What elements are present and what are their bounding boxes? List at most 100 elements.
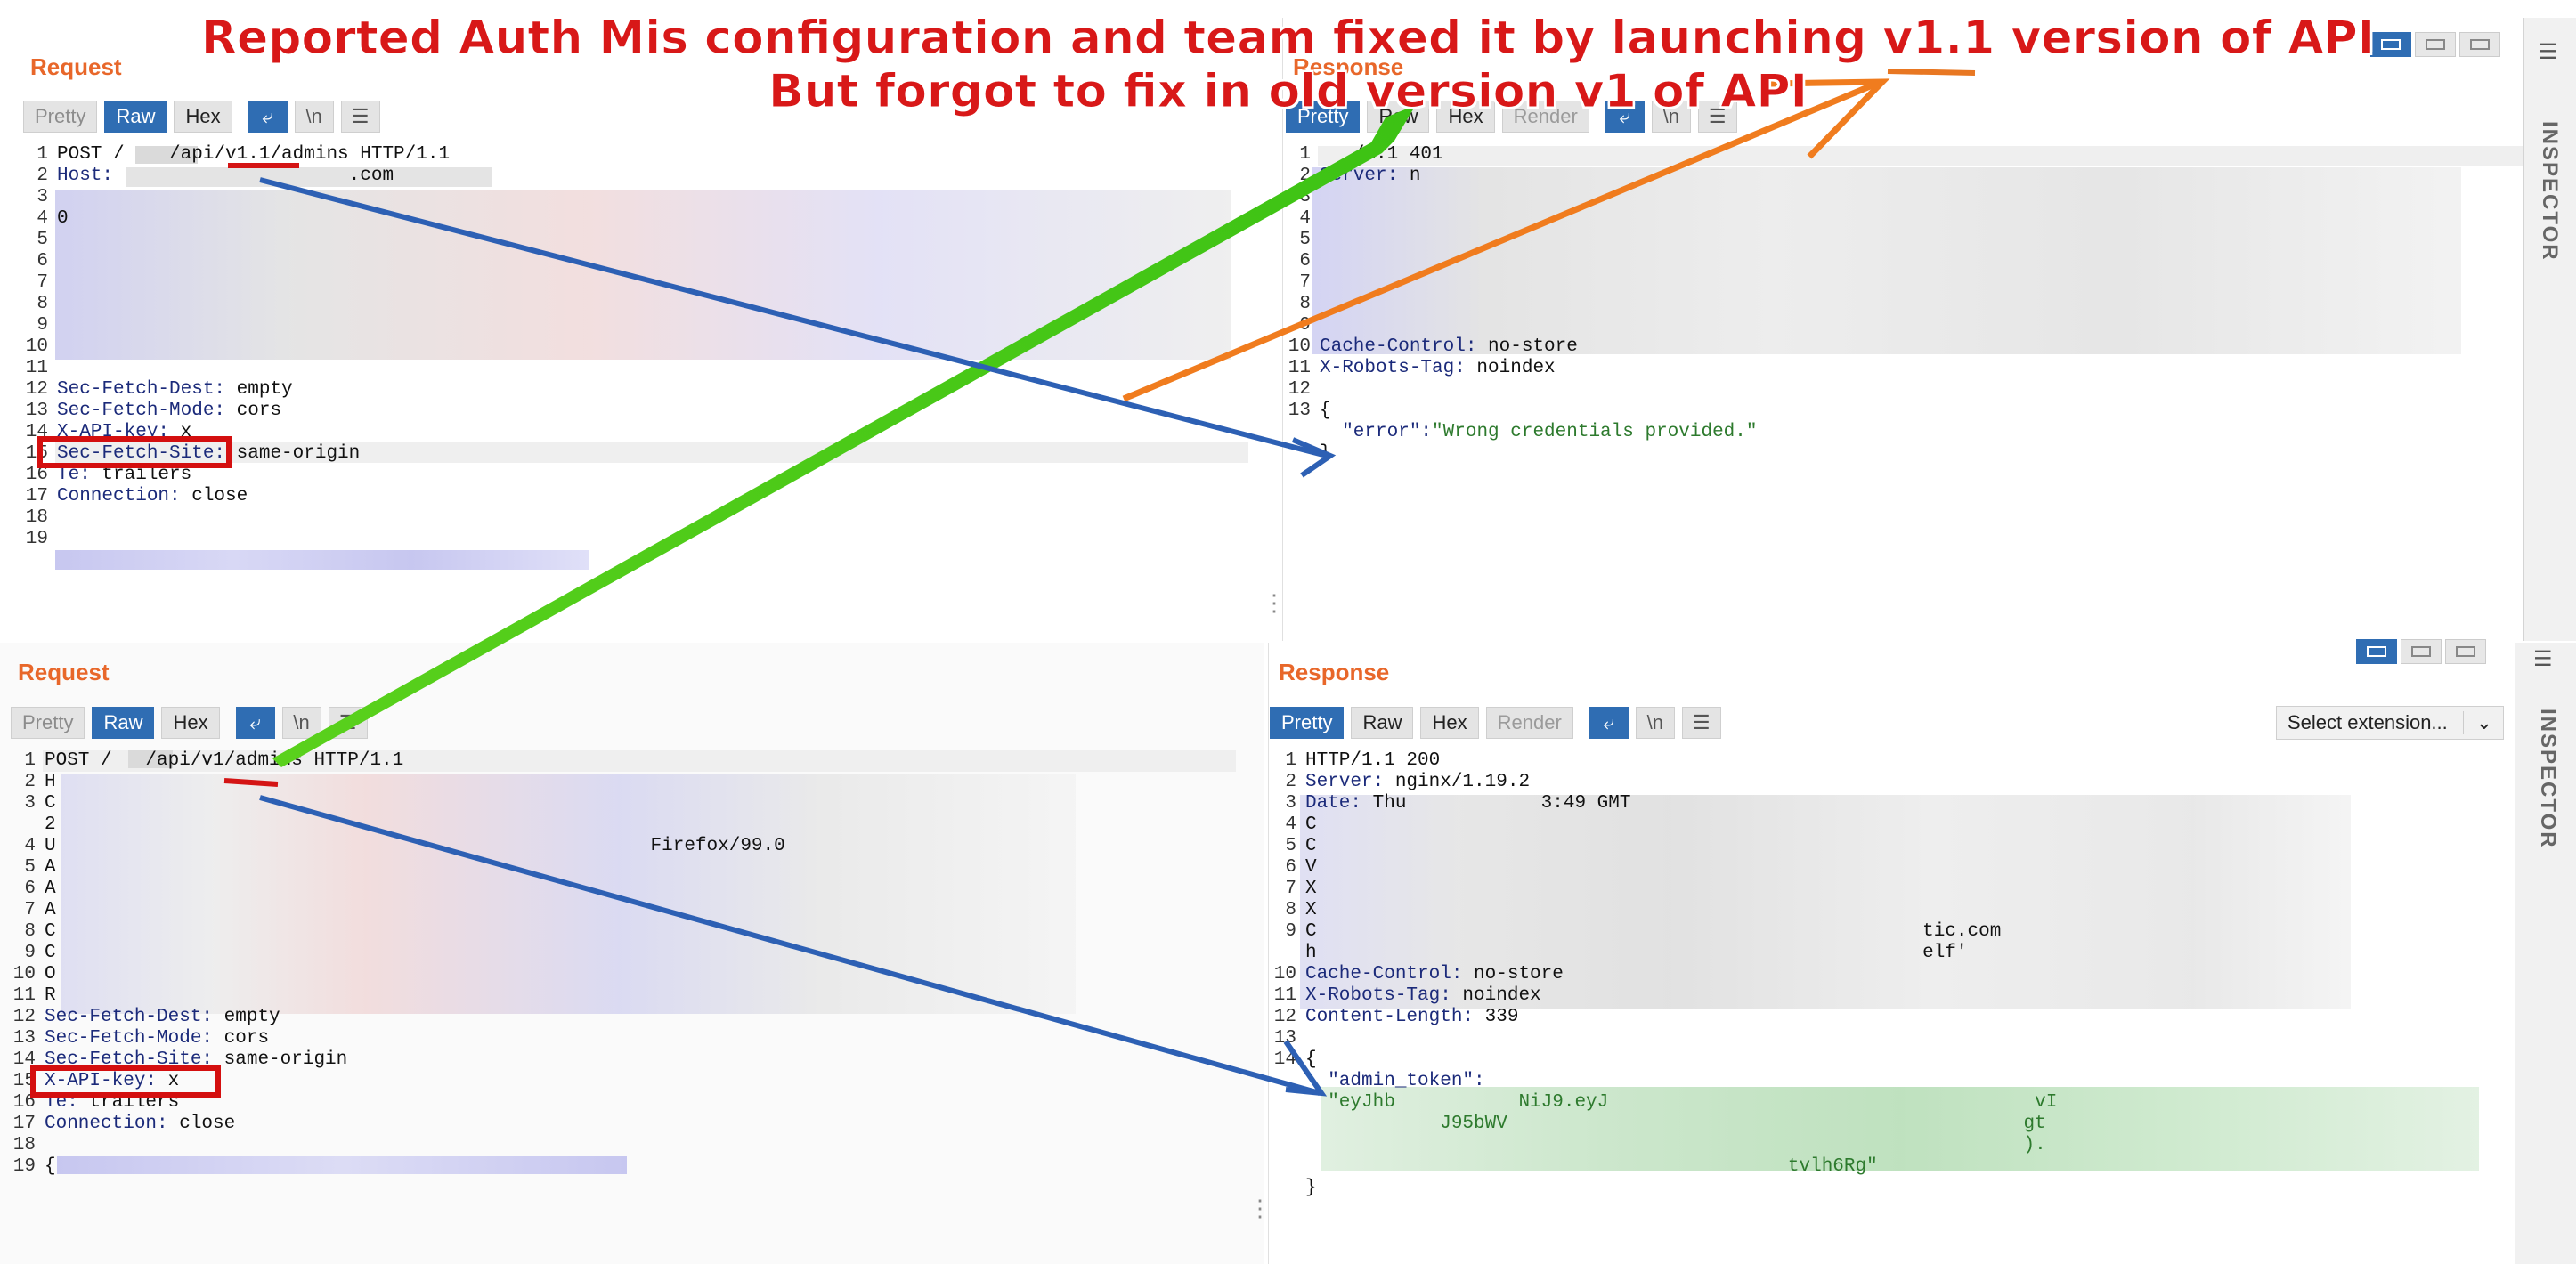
wrap-lines-icon[interactable]: ⤶ xyxy=(235,707,275,739)
tab-render[interactable]: Render xyxy=(1485,707,1573,739)
top-request-editor[interactable]: 1 POST / /api/v1.1/admins HTTP/1.1 2 Host: … xyxy=(20,144,1248,580)
line-content: } xyxy=(1305,1178,1317,1199)
code-line: 3 Date: Thu 3:49 GMT xyxy=(1268,793,2515,814)
code-line: 10 xyxy=(20,336,1248,358)
tab-hex[interactable]: Hex xyxy=(161,707,220,739)
code-line: 19 { xyxy=(7,1156,1254,1178)
newline-toggle-button[interactable]: \n xyxy=(1635,707,1675,739)
string-value: J95bWV gt xyxy=(1305,1114,2046,1134)
header-value: U Firefox/99.0 xyxy=(45,836,785,856)
line-number: 8 xyxy=(37,294,48,314)
layout-side-by-side-button[interactable] xyxy=(2356,639,2397,664)
line-number: 11 xyxy=(1273,985,1296,1006)
bottom-response-toolbar: Pretty Raw Hex Render ⤶ \n ☰ xyxy=(1270,707,1721,739)
line-content: C xyxy=(45,793,56,814)
line-content: POST / /api/v1.1/admins HTTP/1.1 xyxy=(57,144,450,166)
code-line: 3 xyxy=(20,187,1248,208)
header-value: HTTP/1.1 200 xyxy=(1305,750,1441,771)
line-content: O xyxy=(45,964,56,985)
header-value: n xyxy=(1398,166,1421,186)
header-value: { xyxy=(45,1156,56,1177)
line-content: Connection: close xyxy=(57,486,248,507)
header-value: } xyxy=(1305,1178,1317,1198)
code-line: 19 xyxy=(20,529,1248,550)
header-value: X xyxy=(1305,879,1317,899)
code-line: 40 xyxy=(20,208,1248,230)
wrap-lines-icon[interactable]: ⤶ xyxy=(1589,707,1629,739)
header-key: "admin_token": xyxy=(1305,1071,1485,1091)
inspector-sidebar-bottom[interactable]: ☰ INSPECTOR xyxy=(2515,643,2576,1264)
line-number: 7 xyxy=(1299,272,1311,293)
line-number: 13 xyxy=(25,401,48,421)
menu-icon[interactable]: ☰ xyxy=(2533,646,2553,672)
top-response-editor[interactable]: 1 /1.1 401 2 Server: n 3 4 5 6 7 8 9 10 Cache-Contr… xyxy=(1282,144,2547,500)
line-number: 4 xyxy=(1299,208,1311,229)
tab-raw[interactable]: Raw xyxy=(1351,707,1414,739)
tab-pretty[interactable]: Pretty xyxy=(11,707,85,739)
code-line: ). xyxy=(1268,1135,2515,1156)
header-value: empty xyxy=(213,1007,280,1027)
menu-icon[interactable]: ☰ xyxy=(1681,707,1721,739)
line-content: ). xyxy=(1305,1135,2046,1156)
code-line: "admin_token": xyxy=(1268,1071,2515,1092)
line-number: 8 xyxy=(1299,294,1311,314)
code-line: 17 Connection: close xyxy=(7,1114,1254,1135)
header-key: X-Robots-Tag: xyxy=(1320,358,1466,378)
header-value: noindex xyxy=(1451,985,1541,1006)
line-number: 12 xyxy=(12,1007,36,1027)
tab-raw[interactable]: Raw xyxy=(92,707,155,739)
line-content: X xyxy=(1305,879,1317,900)
line-content: Sec-Fetch-Mode: cors xyxy=(45,1028,269,1049)
header-key: Date: xyxy=(1305,793,1362,814)
header-key: "error": xyxy=(1320,422,1433,442)
header-value: noindex xyxy=(1465,358,1556,378)
line-number: 10 xyxy=(1273,964,1296,984)
line-number: 13 xyxy=(12,1028,36,1049)
tab-pretty[interactable]: Pretty xyxy=(1270,707,1345,739)
header-value: nginx/1.19.2 xyxy=(1384,772,1531,792)
line-number: 13 xyxy=(1273,1028,1296,1049)
code-line: 11 X-Robots-Tag: noindex xyxy=(1282,358,2511,379)
header-value: { xyxy=(1320,401,1331,421)
line-content: U Firefox/99.0 xyxy=(45,836,785,857)
header-value: no-store xyxy=(1462,964,1564,984)
line-number: 9 xyxy=(1299,315,1311,336)
code-line: 18 xyxy=(7,1135,1254,1156)
string-value: tvlh6Rg" xyxy=(1305,1156,1878,1177)
tab-hex[interactable]: Hex xyxy=(1420,707,1479,739)
line-number: 4 xyxy=(24,836,36,856)
header-value: C xyxy=(45,921,56,942)
header-value: Thu 3:49 GMT xyxy=(1361,793,1631,814)
line-number: 5 xyxy=(1285,836,1296,856)
line-number: 3 xyxy=(1285,793,1296,814)
line-content: 2 xyxy=(45,814,56,836)
header-value: A xyxy=(45,857,56,878)
line-number: 3 xyxy=(1299,187,1311,207)
layout-tabs-button[interactable] xyxy=(2445,639,2486,664)
menu-icon[interactable]: ☰ xyxy=(328,707,368,739)
header-value: C tic.com xyxy=(1305,921,2002,942)
code-line: 12 xyxy=(1282,379,2511,401)
layout-stacked-button[interactable] xyxy=(2401,639,2442,664)
line-number: 12 xyxy=(1273,1007,1296,1027)
header-value: close xyxy=(180,486,248,506)
header-value: same-origin xyxy=(213,1049,348,1070)
header-value: { xyxy=(1305,1049,1317,1070)
line-number: 14 xyxy=(1273,1049,1296,1070)
header-key: Server: xyxy=(1305,772,1385,792)
annotation-banner-line1: Reported Auth Mis configuration and team… xyxy=(200,12,2376,66)
line-content: } xyxy=(1320,443,1331,465)
code-line: 10 Cache-Control: no-store xyxy=(1282,336,2511,358)
line-content: "admin_token": xyxy=(1305,1071,1485,1092)
select-extension-dropdown[interactable]: Select extension... ⌄ xyxy=(2276,706,2504,740)
header-value: C xyxy=(45,793,56,814)
newline-toggle-button[interactable]: \n xyxy=(281,707,321,739)
code-line: 7 xyxy=(20,272,1248,294)
code-line: 2 Host: .com xyxy=(20,166,1248,187)
inspector-label: INSPECTOR xyxy=(2536,709,2560,849)
bottom-request-editor[interactable]: 1 POST / /api/v1/admins HTTP/1.1 2 H 3 C 2 4 U F… xyxy=(7,750,1254,1195)
line-content: Server: nginx/1.19.2 xyxy=(1305,772,1530,793)
code-line: 13 Sec-Fetch-Mode: cors xyxy=(20,401,1248,422)
bottom-response-editor[interactable]: 1 HTTP/1.1 200 2 Server: nginx/1.19.2 3 Date:… xyxy=(1268,750,2515,1213)
code-line: 5 xyxy=(1282,230,2511,251)
